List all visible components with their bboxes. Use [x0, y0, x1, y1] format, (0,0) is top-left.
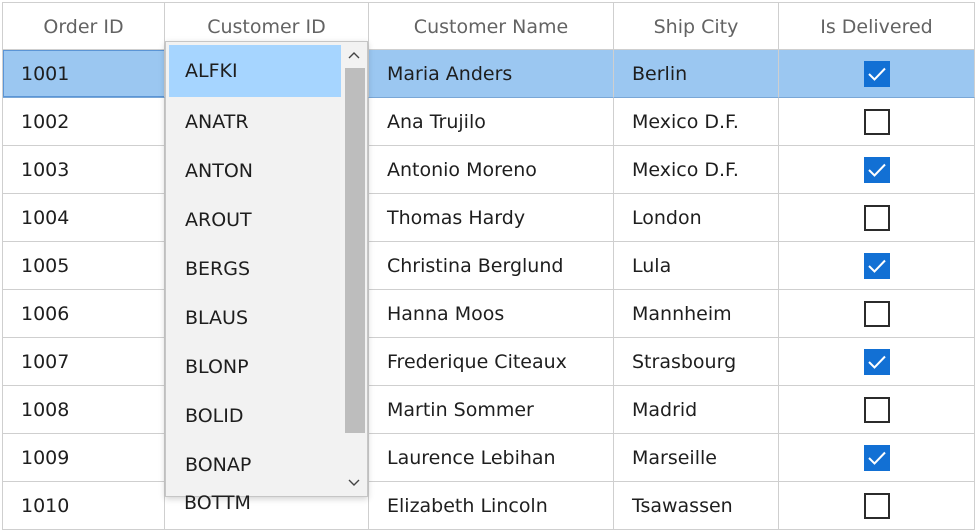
order-id-cell[interactable]: 1007: [3, 338, 165, 386]
order-id-cell[interactable]: 1008: [3, 386, 165, 434]
dropdown-item[interactable]: BERGS: [169, 244, 341, 293]
table-row[interactable]: 1008 Martin Sommer Madrid: [3, 386, 975, 434]
order-id-cell[interactable]: 1010: [3, 482, 165, 530]
dropdown-item[interactable]: ALFKI: [169, 45, 341, 97]
delivered-checkbox[interactable]: [863, 156, 890, 183]
table-row[interactable]: 1006 Hanna Moos Mannheim: [3, 290, 975, 338]
customer-name-cell[interactable]: Ana Trujilo: [369, 98, 614, 146]
customer-name-cell[interactable]: Martin Sommer: [369, 386, 614, 434]
dropdown-item[interactable]: BOLID: [169, 391, 341, 440]
checkmark-icon: [867, 355, 886, 369]
is-delivered-cell: [779, 242, 975, 290]
header-is-delivered[interactable]: Is Delivered: [779, 3, 975, 50]
ship-city-cell[interactable]: Mannheim: [614, 290, 779, 338]
table-row[interactable]: 1010 Elizabeth Lincoln Tsawassen: [3, 482, 975, 530]
table-row[interactable]: 1009 Laurence Lebihan Marseille: [3, 434, 975, 482]
is-delivered-cell: [779, 194, 975, 242]
is-delivered-cell: [779, 386, 975, 434]
customer-name-cell[interactable]: Frederique Citeaux: [369, 338, 614, 386]
is-delivered-cell: [779, 434, 975, 482]
ship-city-cell[interactable]: Tsawassen: [614, 482, 779, 530]
customer-id-dropdown[interactable]: ALFKI ANATR ANTON AROUT BERGS BLAUS BLONP BOLID…: [165, 41, 368, 497]
ship-city-cell[interactable]: Mexico D.F.: [614, 146, 779, 194]
ship-city-cell[interactable]: Madrid: [614, 386, 779, 434]
scrollbar-thumb[interactable]: [345, 68, 365, 433]
header-row: Order ID Customer ID Customer Name Ship …: [3, 3, 975, 50]
delivered-checkbox[interactable]: [863, 204, 890, 231]
order-id-cell[interactable]: 1005: [3, 242, 165, 290]
checkmark-icon: [867, 259, 886, 273]
dropdown-item[interactable]: BLAUS: [169, 293, 341, 342]
dropdown-item[interactable]: BONAP: [169, 440, 341, 489]
table-row[interactable]: 1003 Antonio Moreno Mexico D.F.: [3, 146, 975, 194]
checkmark-icon: [867, 67, 886, 81]
table-row[interactable]: 1004 Thomas Hardy London: [3, 194, 975, 242]
delivered-checkbox[interactable]: [863, 348, 890, 375]
order-id-cell[interactable]: 1003: [3, 146, 165, 194]
dropdown-item[interactable]: AROUT: [169, 195, 341, 244]
ship-city-cell[interactable]: Marseille: [614, 434, 779, 482]
ship-city-cell[interactable]: London: [614, 194, 779, 242]
delivered-checkbox[interactable]: [863, 444, 890, 471]
order-id-cell[interactable]: 1004: [3, 194, 165, 242]
customer-name-cell[interactable]: Hanna Moos: [369, 290, 614, 338]
customer-name-cell[interactable]: Antonio Moreno: [369, 146, 614, 194]
customer-name-cell[interactable]: Christina Berglund: [369, 242, 614, 290]
is-delivered-cell: [779, 338, 975, 386]
orders-grid: Order ID Customer ID Customer Name Ship …: [2, 2, 975, 530]
delivered-checkbox[interactable]: [863, 300, 890, 327]
header-customer-name[interactable]: Customer Name: [369, 3, 614, 50]
ship-city-cell[interactable]: Lula: [614, 242, 779, 290]
checkmark-icon: [867, 163, 886, 177]
dropdown-item[interactable]: ANTON: [169, 146, 341, 195]
customer-name-cell[interactable]: Maria Anders: [369, 50, 614, 98]
order-id-cell[interactable]: 1002: [3, 98, 165, 146]
delivered-checkbox[interactable]: [863, 396, 890, 423]
is-delivered-cell: [779, 98, 975, 146]
header-ship-city[interactable]: Ship City: [614, 3, 779, 50]
customer-name-cell[interactable]: Thomas Hardy: [369, 194, 614, 242]
is-delivered-cell: [779, 50, 975, 98]
table-row[interactable]: 1002 Ana Trujilo Mexico D.F.: [3, 98, 975, 146]
is-delivered-cell: [779, 290, 975, 338]
grid-body: 1001 Maria Anders Berlin 1002 Ana Trujilo Mex…: [3, 50, 975, 530]
checkmark-icon: [867, 451, 886, 465]
ship-city-cell[interactable]: Strasbourg: [614, 338, 779, 386]
chevron-down-icon[interactable]: [343, 472, 365, 494]
delivered-checkbox[interactable]: [863, 252, 890, 279]
customer-name-cell[interactable]: Laurence Lebihan: [369, 434, 614, 482]
header-order-id[interactable]: Order ID: [3, 3, 165, 50]
dropdown-item[interactable]: ANATR: [169, 97, 341, 146]
delivered-checkbox[interactable]: [863, 108, 890, 135]
dropdown-list: ALFKI ANATR ANTON AROUT BERGS BLAUS BLONP BOLID…: [169, 45, 341, 489]
ship-city-cell[interactable]: Berlin: [614, 50, 779, 98]
is-delivered-cell: [779, 146, 975, 194]
order-id-cell[interactable]: 1001: [3, 50, 165, 98]
is-delivered-cell: [779, 482, 975, 530]
ship-city-cell[interactable]: Mexico D.F.: [614, 98, 779, 146]
order-id-cell[interactable]: 1006: [3, 290, 165, 338]
dropdown-scrollbar[interactable]: [343, 44, 365, 494]
order-id-cell[interactable]: 1009: [3, 434, 165, 482]
customer-name-cell[interactable]: Elizabeth Lincoln: [369, 482, 614, 530]
delivered-checkbox[interactable]: [863, 492, 890, 519]
table-row[interactable]: 1001 Maria Anders Berlin: [3, 50, 975, 98]
table-row[interactable]: 1007 Frederique Citeaux Strasbourg: [3, 338, 975, 386]
delivered-checkbox[interactable]: [863, 60, 890, 87]
dropdown-item[interactable]: BLONP: [169, 342, 341, 391]
table-row[interactable]: 1005 Christina Berglund Lula: [3, 242, 975, 290]
dropdown-partial-item: BOTTM: [184, 492, 251, 514]
chevron-up-icon[interactable]: [343, 44, 365, 66]
